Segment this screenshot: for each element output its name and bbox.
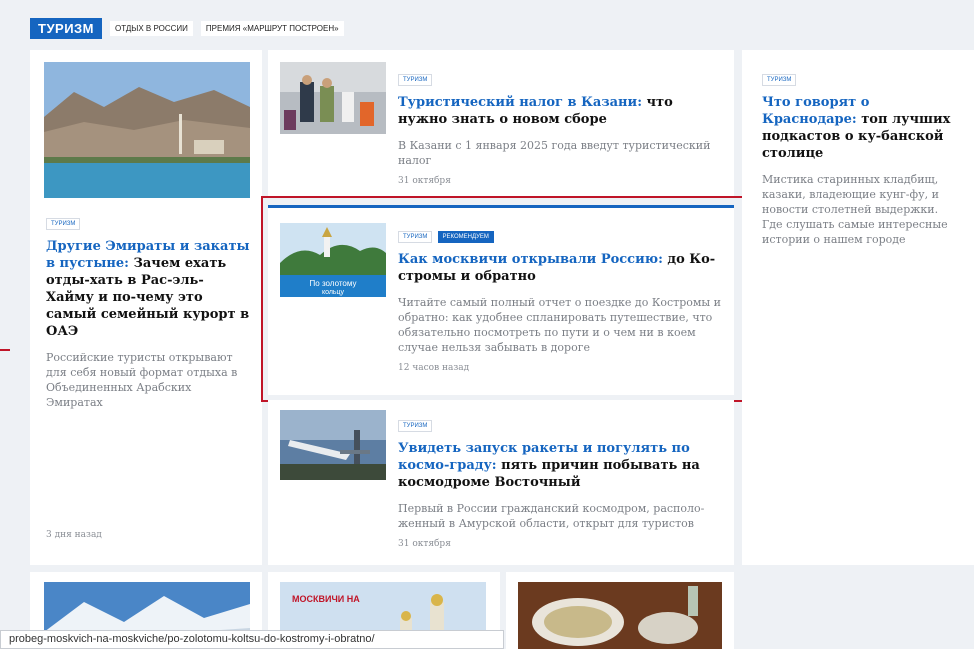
image-caption: МОСКВИЧИ НА: [292, 594, 360, 604]
recommended-tag[interactable]: РЕКОМЕНДУЕМ: [437, 231, 494, 243]
article-card-krasnodar[interactable]: ТУРИЗМ Что говорят о Краснодаре: топ луч…: [742, 50, 974, 565]
status-bar-url: probeg-moskvich-na-moskviche/po-zolotomu…: [0, 630, 504, 649]
article-lead: В Казани с 1 января 2025 года введут тур…: [398, 139, 711, 167]
article-image-emirates[interactable]: [44, 62, 250, 198]
section-header: ТУРИЗМ ОТДЫХ В РОССИИ ПРЕМИЯ «МАРШРУТ ПО…: [30, 18, 344, 39]
nav-link-russia[interactable]: ОТДЫХ В РОССИИ: [110, 21, 193, 36]
article-title[interactable]: Туристический налог в Казани: что нужно …: [398, 94, 718, 128]
article-title[interactable]: Другие Эмираты и закаты в пустыне: Зачем…: [46, 238, 250, 340]
article-card-emirates[interactable]: ТУРИЗМ Другие Эмираты и закаты в пустыне…: [30, 50, 262, 565]
article-lead: Мистика старинных кладбищ, казаки, владе…: [762, 173, 948, 246]
article-lead: Читайте самый полный отчет о поездке до …: [398, 296, 722, 354]
article-date: 31 октября: [398, 539, 451, 549]
nav-link-award[interactable]: ПРЕМИЯ «МАРШРУТ ПОСТРОЕН»: [200, 21, 344, 36]
article-card-kazan[interactable]: ТУРИЗМ Туристический налог в Казани: что…: [268, 50, 734, 196]
article-title[interactable]: Как москвичи открывали Россию: до Ко-стр…: [398, 251, 724, 285]
article-title[interactable]: Увидеть запуск ракеты и погулять по косм…: [398, 440, 724, 491]
article-title[interactable]: Что говорят о Краснодаре: топ лучших под…: [762, 94, 962, 162]
article-tag[interactable]: ТУРИЗМ: [46, 218, 81, 230]
image-caption-2: кольцу: [322, 289, 345, 296]
article-date: 12 часов назад: [398, 363, 470, 373]
image-caption-1: По золотому: [310, 279, 357, 288]
featured-accent-rule: [268, 205, 734, 208]
article-tag[interactable]: ТУРИЗМ: [762, 74, 797, 86]
article-lead: Первый в России гражданский космодром, р…: [398, 502, 705, 530]
article-tag[interactable]: ТУРИЗМ: [398, 420, 433, 432]
article-image-kostroma[interactable]: По золотому кольцу: [280, 223, 386, 297]
article-tag[interactable]: ТУРИЗМ: [398, 231, 433, 243]
page-marker: [0, 349, 10, 351]
article-image-rocket[interactable]: [280, 410, 386, 480]
article-lead: Российские туристы открывают для себя но…: [46, 351, 238, 409]
article-card-bottom-3[interactable]: [506, 572, 734, 649]
article-date: 3 дня назад: [46, 530, 102, 540]
article-card-kostroma[interactable]: По золотому кольцу ТУРИЗМ РЕКОМЕНДУЕМ Ка…: [268, 205, 734, 395]
article-date: 31 октября: [398, 176, 451, 186]
article-image-kazan[interactable]: [280, 62, 386, 134]
article-image-food[interactable]: [518, 582, 722, 649]
section-brand-link[interactable]: ТУРИЗМ: [30, 18, 103, 39]
article-tag[interactable]: ТУРИЗМ: [398, 74, 433, 86]
article-card-rocket[interactable]: ТУРИЗМ Увидеть запуск ракеты и погулять …: [268, 400, 734, 565]
